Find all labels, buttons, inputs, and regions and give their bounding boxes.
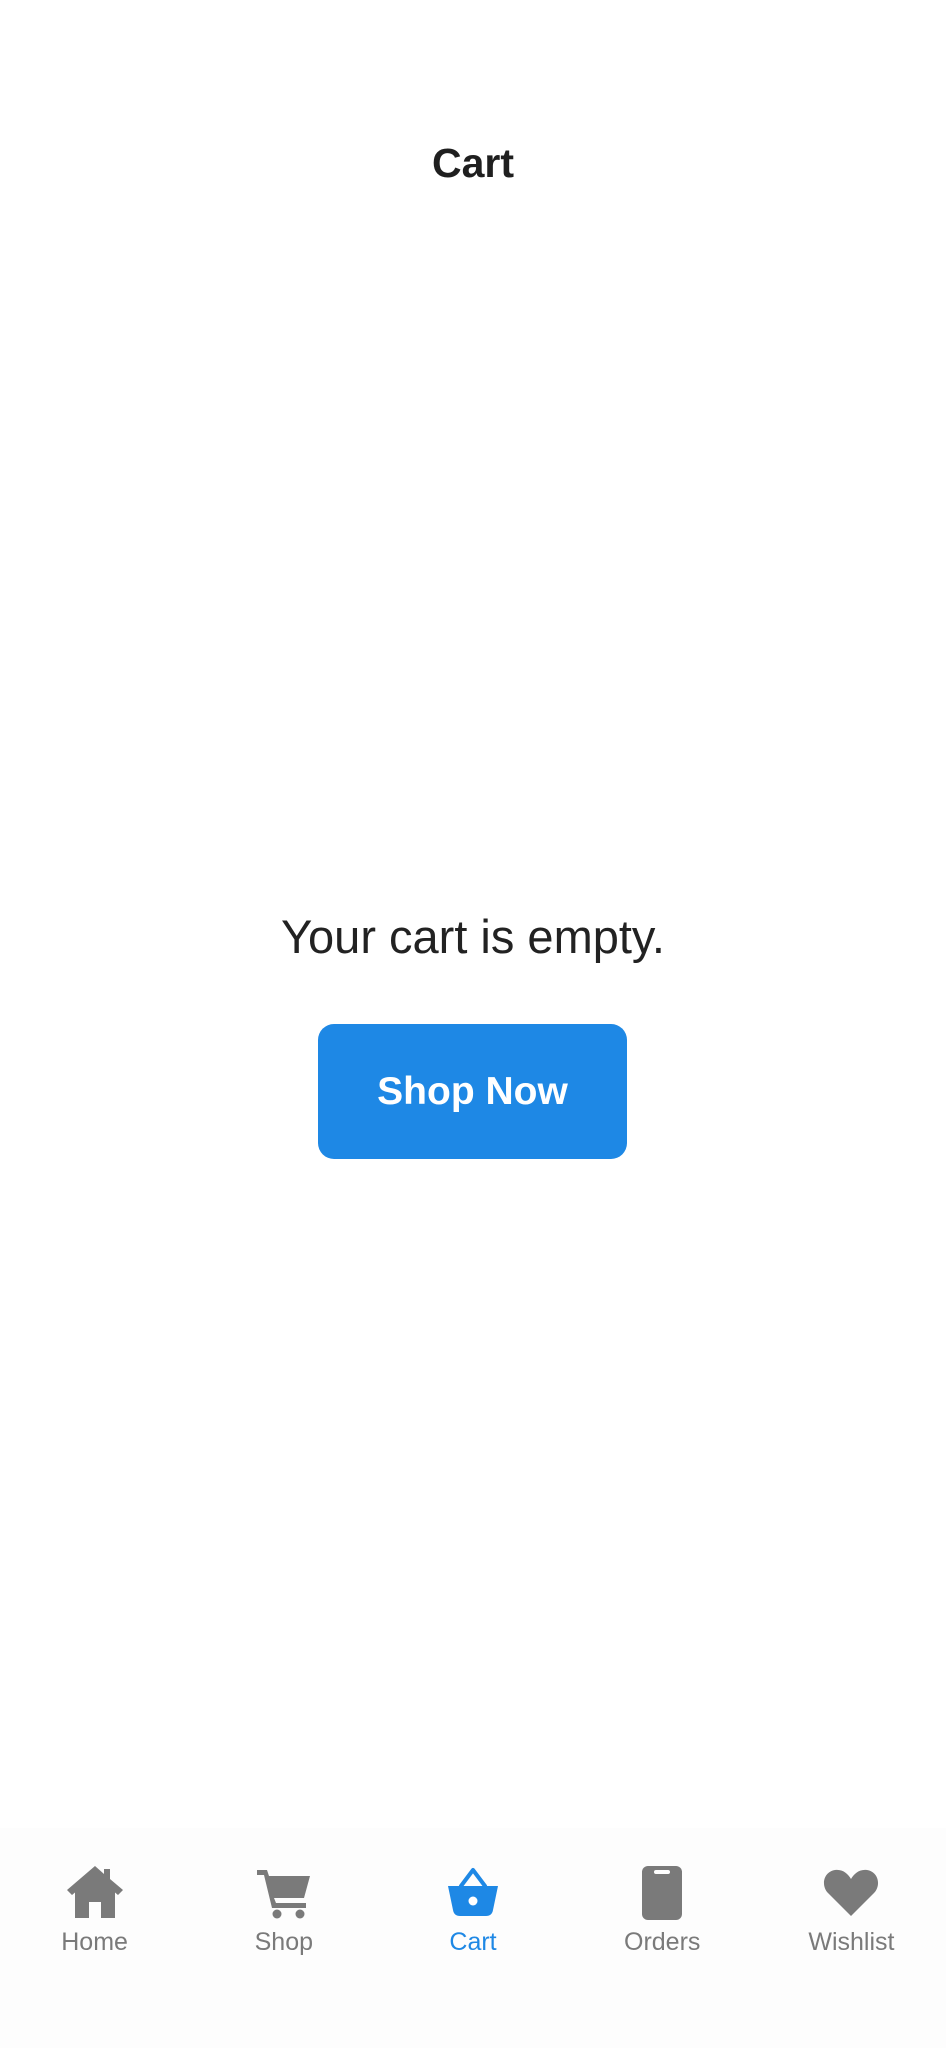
basket-icon [448,1868,498,1916]
app-header: Cart [0,0,946,240]
tab-orders-label: Orders [624,1928,701,1956]
bottom-tab-bar: Home Shop Cart Orders Wishlist [0,1828,946,2048]
home-icon [66,1866,123,1918]
empty-cart-state: Your cart is empty. [0,905,946,969]
clipboard-icon [642,1866,683,1920]
tab-home[interactable]: Home [0,1828,189,2048]
page-title: Cart [431,140,515,186]
heart-icon [824,1869,879,1916]
tab-orders[interactable]: Orders [568,1828,757,2048]
tab-cart-label: Cart [449,1928,497,1956]
tab-wishlist[interactable]: Wishlist [757,1828,946,2048]
tab-cart[interactable]: Cart [378,1828,567,2048]
shopping-cart-icon [256,1870,310,1919]
shop-now-button[interactable]: Shop Now [318,1024,627,1159]
tab-shop-label: Shop [254,1928,313,1956]
tab-home-label: Home [61,1928,128,1956]
empty-cart-message: Your cart is empty. [281,910,665,963]
tab-shop[interactable]: Shop [189,1828,378,2048]
tab-wishlist-label: Wishlist [808,1928,895,1956]
